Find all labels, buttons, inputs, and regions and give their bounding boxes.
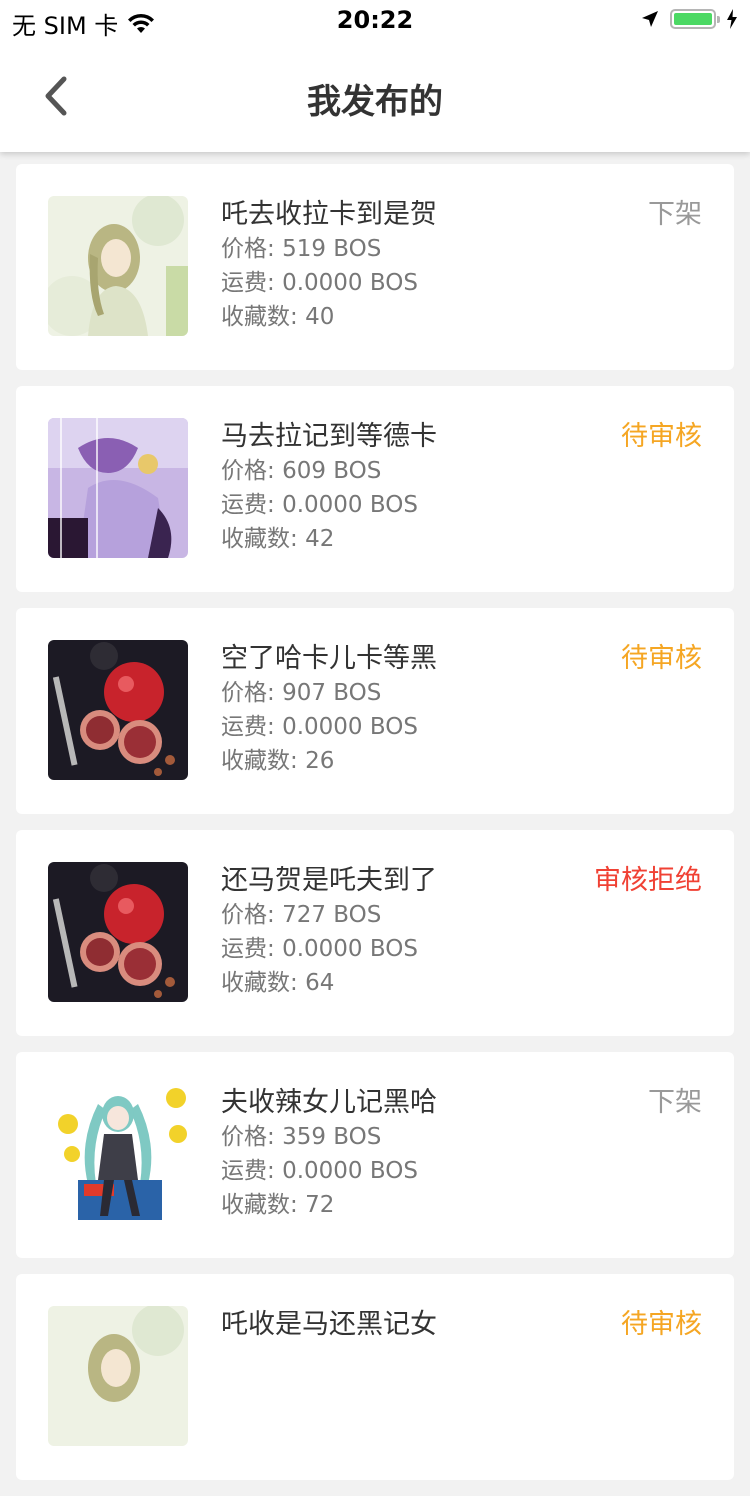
item-price-line: 价格: 907 BOS bbox=[221, 676, 437, 710]
clock: 20:22 bbox=[336, 6, 414, 34]
status-badge: 审核拒绝 bbox=[594, 865, 702, 896]
page-title: 我发布的 bbox=[307, 82, 443, 122]
status-bar: 无 SIM 卡 20:22 bbox=[0, 0, 750, 40]
published-items-list: 吒去收拉卡到是贺 价格: 519 BOS 运费: 0.0000 BOS 收藏数:… bbox=[16, 164, 734, 1496]
item-favorites-line: 收藏数: 42 bbox=[221, 522, 437, 556]
status-right bbox=[640, 8, 738, 30]
status-badge: 下架 bbox=[648, 199, 702, 230]
price-value: 907 BOS bbox=[282, 680, 382, 706]
status-badge: 待审核 bbox=[621, 1309, 702, 1340]
list-item[interactable]: 吒去收拉卡到是贺 价格: 519 BOS 运费: 0.0000 BOS 收藏数:… bbox=[16, 164, 734, 370]
item-thumbnail bbox=[48, 196, 188, 336]
item-favorites-line: 收藏数: 72 bbox=[221, 1188, 437, 1222]
price-label: 价格: bbox=[221, 902, 275, 928]
item-info: 夫收辣女儿记黑哈 价格: 359 BOS 运费: 0.0000 BOS 收藏数:… bbox=[221, 1086, 437, 1222]
pomegranate-photo-icon bbox=[48, 862, 188, 1002]
item-thumbnail bbox=[48, 418, 188, 558]
anime-girl-green-icon bbox=[48, 1306, 188, 1446]
shipping-value: 0.0000 BOS bbox=[282, 936, 418, 962]
item-title: 空了哈卡儿卡等黑 bbox=[221, 643, 437, 674]
list-item[interactable]: 吒收是马还黑记女 待审核 bbox=[16, 1274, 734, 1480]
shipping-label: 运费: bbox=[221, 1158, 275, 1184]
item-title: 吒去收拉卡到是贺 bbox=[221, 199, 437, 230]
item-thumbnail bbox=[48, 1084, 188, 1224]
item-info: 还马贺是吒夫到了 价格: 727 BOS 运费: 0.0000 BOS 收藏数:… bbox=[221, 864, 437, 1000]
item-thumbnail bbox=[48, 862, 188, 1002]
status-badge: 下架 bbox=[648, 1087, 702, 1118]
favorites-label: 收藏数: bbox=[221, 970, 298, 996]
item-shipping-line: 运费: 0.0000 BOS bbox=[221, 1154, 437, 1188]
price-label: 价格: bbox=[221, 1124, 275, 1150]
item-shipping-line: 运费: 0.0000 BOS bbox=[221, 710, 437, 744]
favorites-label: 收藏数: bbox=[221, 1192, 298, 1218]
navigation-bar: 我发布的 bbox=[0, 40, 750, 152]
shipping-value: 0.0000 BOS bbox=[282, 492, 418, 518]
item-price-line: 价格: 519 BOS bbox=[221, 232, 437, 266]
shipping-label: 运费: bbox=[221, 270, 275, 296]
favorites-value: 64 bbox=[305, 970, 335, 996]
pomegranate-photo-icon bbox=[48, 640, 188, 780]
item-title: 夫收辣女儿记黑哈 bbox=[221, 1087, 437, 1118]
item-price-line: 价格: 359 BOS bbox=[221, 1120, 437, 1154]
price-value: 359 BOS bbox=[282, 1124, 382, 1150]
item-info: 吒收是马还黑记女 bbox=[221, 1308, 437, 1342]
item-favorites-line: 收藏数: 40 bbox=[221, 300, 437, 334]
list-item[interactable]: 还马贺是吒夫到了 价格: 727 BOS 运费: 0.0000 BOS 收藏数:… bbox=[16, 830, 734, 1036]
item-title: 吒收是马还黑记女 bbox=[221, 1309, 437, 1340]
item-shipping-line: 运费: 0.0000 BOS bbox=[221, 488, 437, 522]
favorites-value: 26 bbox=[305, 748, 335, 774]
price-label: 价格: bbox=[221, 680, 275, 706]
item-favorites-line: 收藏数: 26 bbox=[221, 744, 437, 778]
price-label: 价格: bbox=[221, 236, 275, 262]
item-thumbnail bbox=[48, 1306, 188, 1446]
status-badge: 待审核 bbox=[621, 421, 702, 452]
location-arrow-icon bbox=[642, 11, 658, 27]
item-title: 还马贺是吒夫到了 bbox=[221, 865, 437, 896]
favorites-value: 42 bbox=[305, 526, 335, 552]
shipping-label: 运费: bbox=[221, 714, 275, 740]
item-price-line: 价格: 609 BOS bbox=[221, 454, 437, 488]
item-price-line: 价格: 727 BOS bbox=[221, 898, 437, 932]
item-info: 吒去收拉卡到是贺 价格: 519 BOS 运费: 0.0000 BOS 收藏数:… bbox=[221, 198, 437, 334]
anime-girl-purple-icon bbox=[48, 418, 188, 558]
anime-girl-yellow-flowers-icon bbox=[48, 1084, 188, 1224]
price-value: 727 BOS bbox=[282, 902, 382, 928]
list-item[interactable]: 夫收辣女儿记黑哈 价格: 359 BOS 运费: 0.0000 BOS 收藏数:… bbox=[16, 1052, 734, 1258]
item-favorites-line: 收藏数: 64 bbox=[221, 966, 437, 1000]
shipping-label: 运费: bbox=[221, 936, 275, 962]
item-shipping-line: 运费: 0.0000 BOS bbox=[221, 266, 437, 300]
status-badge: 待审核 bbox=[621, 643, 702, 674]
favorites-label: 收藏数: bbox=[221, 748, 298, 774]
list-item[interactable]: 马去拉记到等德卡 价格: 609 BOS 运费: 0.0000 BOS 收藏数:… bbox=[16, 386, 734, 592]
price-label: 价格: bbox=[221, 458, 275, 484]
favorites-value: 72 bbox=[305, 1192, 335, 1218]
shipping-value: 0.0000 BOS bbox=[282, 714, 418, 740]
price-value: 519 BOS bbox=[282, 236, 382, 262]
item-info: 马去拉记到等德卡 价格: 609 BOS 运费: 0.0000 BOS 收藏数:… bbox=[221, 420, 437, 556]
battery-icon bbox=[670, 9, 720, 29]
shipping-label: 运费: bbox=[221, 492, 275, 518]
item-title: 马去拉记到等德卡 bbox=[221, 421, 437, 452]
price-value: 609 BOS bbox=[282, 458, 382, 484]
favorites-label: 收藏数: bbox=[221, 526, 298, 552]
shipping-value: 0.0000 BOS bbox=[282, 270, 418, 296]
favorites-value: 40 bbox=[305, 304, 335, 330]
list-item[interactable]: 空了哈卡儿卡等黑 价格: 907 BOS 运费: 0.0000 BOS 收藏数:… bbox=[16, 608, 734, 814]
item-shipping-line: 运费: 0.0000 BOS bbox=[221, 932, 437, 966]
favorites-label: 收藏数: bbox=[221, 304, 298, 330]
shipping-value: 0.0000 BOS bbox=[282, 1158, 418, 1184]
item-info: 空了哈卡儿卡等黑 价格: 907 BOS 运费: 0.0000 BOS 收藏数:… bbox=[221, 642, 437, 778]
item-thumbnail bbox=[48, 640, 188, 780]
charging-bolt-icon bbox=[727, 9, 737, 29]
anime-girl-green-icon bbox=[48, 196, 188, 336]
